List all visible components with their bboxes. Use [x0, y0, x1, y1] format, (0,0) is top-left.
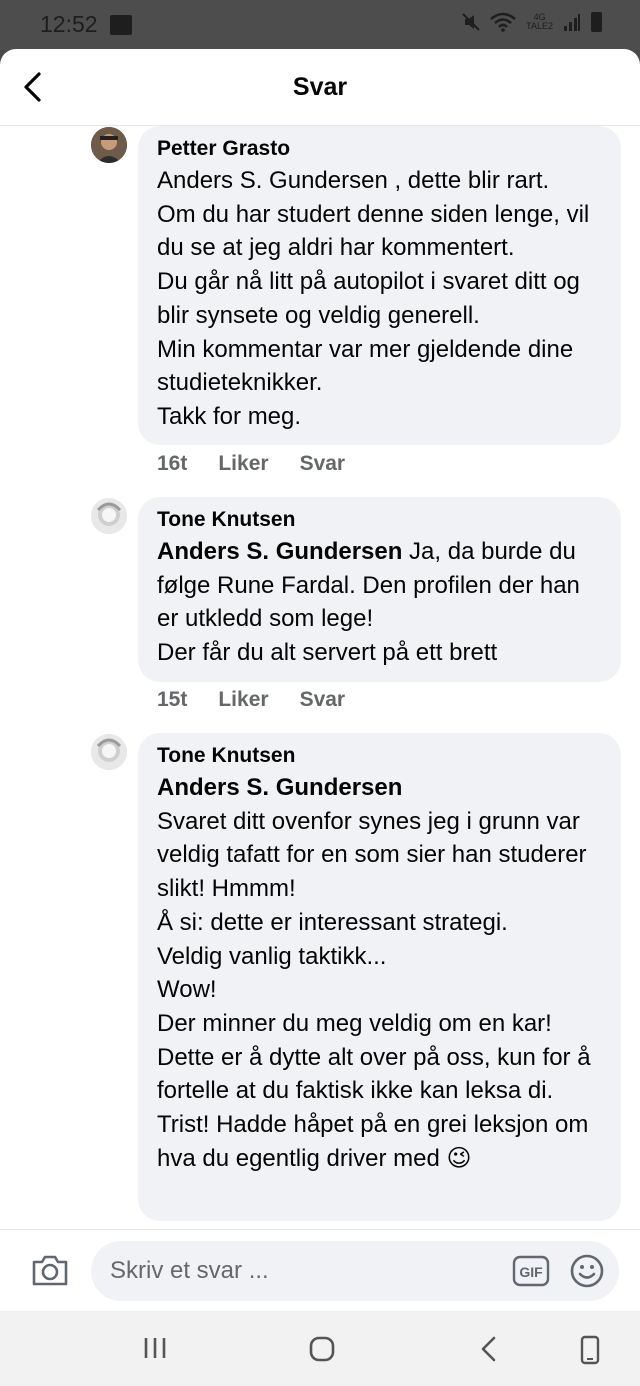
comment-author[interactable]: Tone Knutsen: [157, 507, 603, 533]
comment-bubble[interactable]: Tone Knutsen Anders S. Gundersen Ja, da …: [138, 497, 621, 682]
mention-link[interactable]: Anders S. Gundersen: [157, 774, 402, 801]
comment-text: Anders S. Gundersen , dette blir rart. O…: [157, 167, 590, 430]
replies-sheet: Svar Petter Grasto Anders S. Gundersen ,…: [0, 49, 640, 1311]
avatar-photo: [91, 498, 127, 534]
status-bar: 12:52 4G TALE2: [0, 0, 640, 50]
page-title: Svar: [292, 73, 348, 101]
avatar-photo: [91, 127, 127, 163]
camera-icon[interactable]: [30, 1252, 70, 1288]
reply-button[interactable]: Svar: [300, 452, 346, 476]
comment-text: Anders S. Gundersen Ja, da burde du følg…: [157, 535, 603, 670]
avatar[interactable]: [91, 734, 127, 770]
status-time: 12:52: [40, 11, 98, 37]
home-icon[interactable]: [308, 1335, 336, 1363]
gif-icon[interactable]: GIF: [512, 1255, 550, 1287]
comment-text: Anders S. Gundersen Svaret ditt ovenfor …: [157, 771, 603, 1175]
mention-link[interactable]: Anders S. Gundersen: [157, 538, 402, 565]
comment-author[interactable]: Petter Grasto: [157, 136, 603, 162]
comment-time: 15t: [157, 688, 188, 711]
network-operator: TALE2: [526, 21, 553, 31]
comment-actions: 16t Liker Svar: [157, 452, 345, 476]
avatar-photo: [91, 734, 127, 770]
comment-author[interactable]: Tone Knutsen: [157, 743, 603, 769]
back-nav-icon[interactable]: [478, 1335, 500, 1363]
like-button[interactable]: Liker: [218, 688, 268, 712]
screen-orientation-icon[interactable]: [578, 1335, 602, 1365]
comment-thread[interactable]: Petter Grasto Anders S. Gundersen , dett…: [0, 126, 640, 1229]
like-button[interactable]: Liker: [218, 452, 268, 476]
comment-actions: 15t Liker Svar: [157, 688, 345, 712]
system-nav-bar: [0, 1311, 640, 1386]
comment-bubble[interactable]: Petter Grasto Anders S. Gundersen , dett…: [138, 126, 621, 445]
status-icons: 4G TALE2: [462, 12, 602, 32]
reply-composer: Skriv et svar ... GIF: [0, 1229, 640, 1311]
reply-button[interactable]: Svar: [300, 688, 346, 712]
recent-apps-icon[interactable]: [142, 1335, 168, 1361]
avatar[interactable]: [91, 127, 127, 163]
image-notification-icon: [110, 15, 132, 35]
signal-icon: [564, 14, 580, 31]
wifi-icon: [490, 12, 516, 32]
svg-text:GIF: GIF: [519, 1264, 543, 1280]
network-indicator: 4G TALE2: [526, 13, 553, 31]
comment-body: Svaret ditt ovenfor synes jeg i grunn va…: [157, 807, 591, 1172]
header: Svar: [0, 49, 640, 126]
comment-time: 16t: [157, 452, 188, 475]
mute-icon: [462, 13, 480, 31]
emoji-icon[interactable]: [569, 1253, 605, 1289]
comment-bubble[interactable]: Tone Knutsen Anders S. Gundersen Svaret …: [138, 733, 621, 1221]
avatar[interactable]: [91, 498, 127, 534]
battery-icon: [591, 12, 602, 32]
